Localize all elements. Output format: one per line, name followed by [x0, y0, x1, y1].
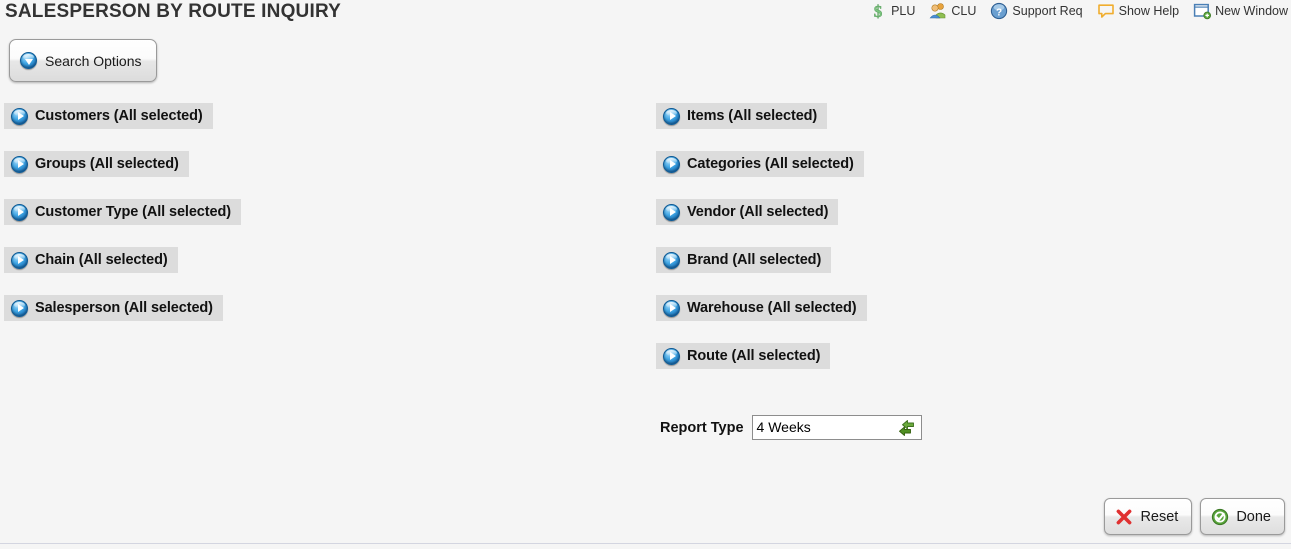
toolbar-item-support-req[interactable]: ? Support Req	[990, 0, 1083, 22]
filter-row-wrap: Brand (All selected)	[656, 247, 867, 295]
green-swap-arrows-icon[interactable]	[897, 419, 916, 437]
filter-label-chain: Chain (All selected)	[35, 252, 168, 268]
toolbar-item-support-req-label: Support Req	[1012, 4, 1083, 18]
report-type-label: Report Type	[660, 419, 744, 436]
blue-caret-right-icon	[663, 203, 680, 221]
filter-label-categories: Categories (All selected)	[687, 156, 854, 172]
toolbar-item-clu-label: CLU	[951, 4, 977, 18]
done-button[interactable]: Done	[1200, 498, 1285, 535]
toolbar-item-new-window[interactable]: New Window	[1193, 0, 1288, 22]
users-icon	[929, 2, 947, 20]
done-button-label: Done	[1236, 508, 1271, 525]
blue-caret-right-icon	[663, 155, 680, 173]
filter-label-salesperson: Salesperson (All selected)	[35, 300, 213, 316]
blue-caret-right-icon	[11, 155, 28, 173]
filter-row-wrap: Items (All selected)	[656, 103, 867, 151]
new-window-icon	[1193, 2, 1212, 20]
filter-row-wrap: Groups (All selected)	[4, 151, 241, 199]
blue-caret-right-icon	[11, 107, 28, 125]
filter-row-categories[interactable]: Categories (All selected)	[656, 151, 864, 177]
filters-right-column: Items (All selected) Categories (All sel…	[656, 103, 867, 391]
filters-left-column: Customers (All selected) Groups (All sel…	[4, 103, 241, 343]
footer-buttons: Reset Done	[1104, 498, 1285, 535]
top-toolbar: $ PLU CLU ? Support Req Show Help New Wi…	[869, 0, 1288, 22]
filter-label-route: Route (All selected)	[687, 348, 821, 364]
filter-row-wrap: Warehouse (All selected)	[656, 295, 867, 343]
filter-row-brand[interactable]: Brand (All selected)	[656, 247, 832, 273]
filter-row-salesperson[interactable]: Salesperson (All selected)	[4, 295, 223, 321]
report-type-value: 4 Weeks	[756, 419, 811, 435]
page-title: SALESPERSON BY ROUTE INQUIRY	[5, 1, 342, 22]
blue-caret-right-icon	[663, 299, 680, 317]
filter-row-wrap: Categories (All selected)	[656, 151, 867, 199]
filter-label-items: Items (All selected)	[687, 108, 818, 124]
green-check-circle-icon	[1211, 508, 1229, 526]
filter-row-vendor[interactable]: Vendor (All selected)	[656, 199, 839, 225]
blue-caret-right-icon	[663, 107, 680, 125]
blue-caret-right-icon	[11, 203, 28, 221]
reset-button-label: Reset	[1140, 508, 1179, 525]
search-options-button[interactable]: Search Options	[9, 39, 157, 82]
filter-row-wrap: Vendor (All selected)	[656, 199, 867, 247]
filter-label-customer-type: Customer Type (All selected)	[35, 204, 231, 220]
toolbar-item-plu-label: PLU	[891, 4, 916, 18]
question-mark-icon: ?	[990, 2, 1008, 20]
toolbar-item-plu[interactable]: $ PLU	[869, 0, 916, 22]
toolbar-item-new-window-label: New Window	[1215, 4, 1288, 18]
filter-row-customers[interactable]: Customers (All selected)	[4, 103, 213, 129]
filter-label-groups: Groups (All selected)	[35, 156, 179, 172]
svg-text:$: $	[874, 2, 883, 20]
filter-row-wrap: Customers (All selected)	[4, 103, 241, 151]
filter-row-wrap: Route (All selected)	[656, 343, 867, 391]
dollar-sign-icon: $	[869, 2, 887, 22]
toolbar-item-clu[interactable]: CLU	[929, 0, 976, 22]
filter-row-route[interactable]: Route (All selected)	[656, 343, 831, 369]
blue-caret-right-icon	[663, 347, 680, 365]
bottom-divider	[0, 543, 1291, 544]
filter-label-brand: Brand (All selected)	[687, 252, 822, 268]
blue-caret-down-icon	[20, 52, 37, 69]
filter-row-groups[interactable]: Groups (All selected)	[4, 151, 189, 177]
svg-text:?: ?	[996, 7, 1002, 18]
blue-caret-right-icon	[11, 299, 28, 317]
report-type-group: Report Type 4 Weeks	[660, 415, 922, 440]
blue-caret-right-icon	[663, 251, 680, 269]
red-x-icon	[1115, 508, 1133, 526]
toolbar-item-show-help[interactable]: Show Help	[1097, 0, 1179, 22]
filter-row-wrap: Salesperson (All selected)	[4, 295, 241, 343]
filter-label-warehouse: Warehouse (All selected)	[687, 300, 857, 316]
filter-row-customer-type[interactable]: Customer Type (All selected)	[4, 199, 241, 225]
speech-bubble-icon	[1097, 2, 1115, 20]
filter-row-wrap: Chain (All selected)	[4, 247, 241, 295]
filter-row-items[interactable]: Items (All selected)	[656, 103, 828, 129]
filter-label-customers: Customers (All selected)	[35, 108, 203, 124]
filter-row-wrap: Customer Type (All selected)	[4, 199, 241, 247]
filter-row-chain[interactable]: Chain (All selected)	[4, 247, 178, 273]
blue-caret-right-icon	[11, 251, 28, 269]
filter-label-vendor: Vendor (All selected)	[687, 204, 829, 220]
filter-row-warehouse[interactable]: Warehouse (All selected)	[656, 295, 867, 321]
search-options-label: Search Options	[45, 52, 142, 69]
reset-button[interactable]: Reset	[1104, 498, 1193, 535]
toolbar-item-show-help-label: Show Help	[1118, 4, 1180, 18]
report-type-input[interactable]: 4 Weeks	[751, 415, 922, 440]
